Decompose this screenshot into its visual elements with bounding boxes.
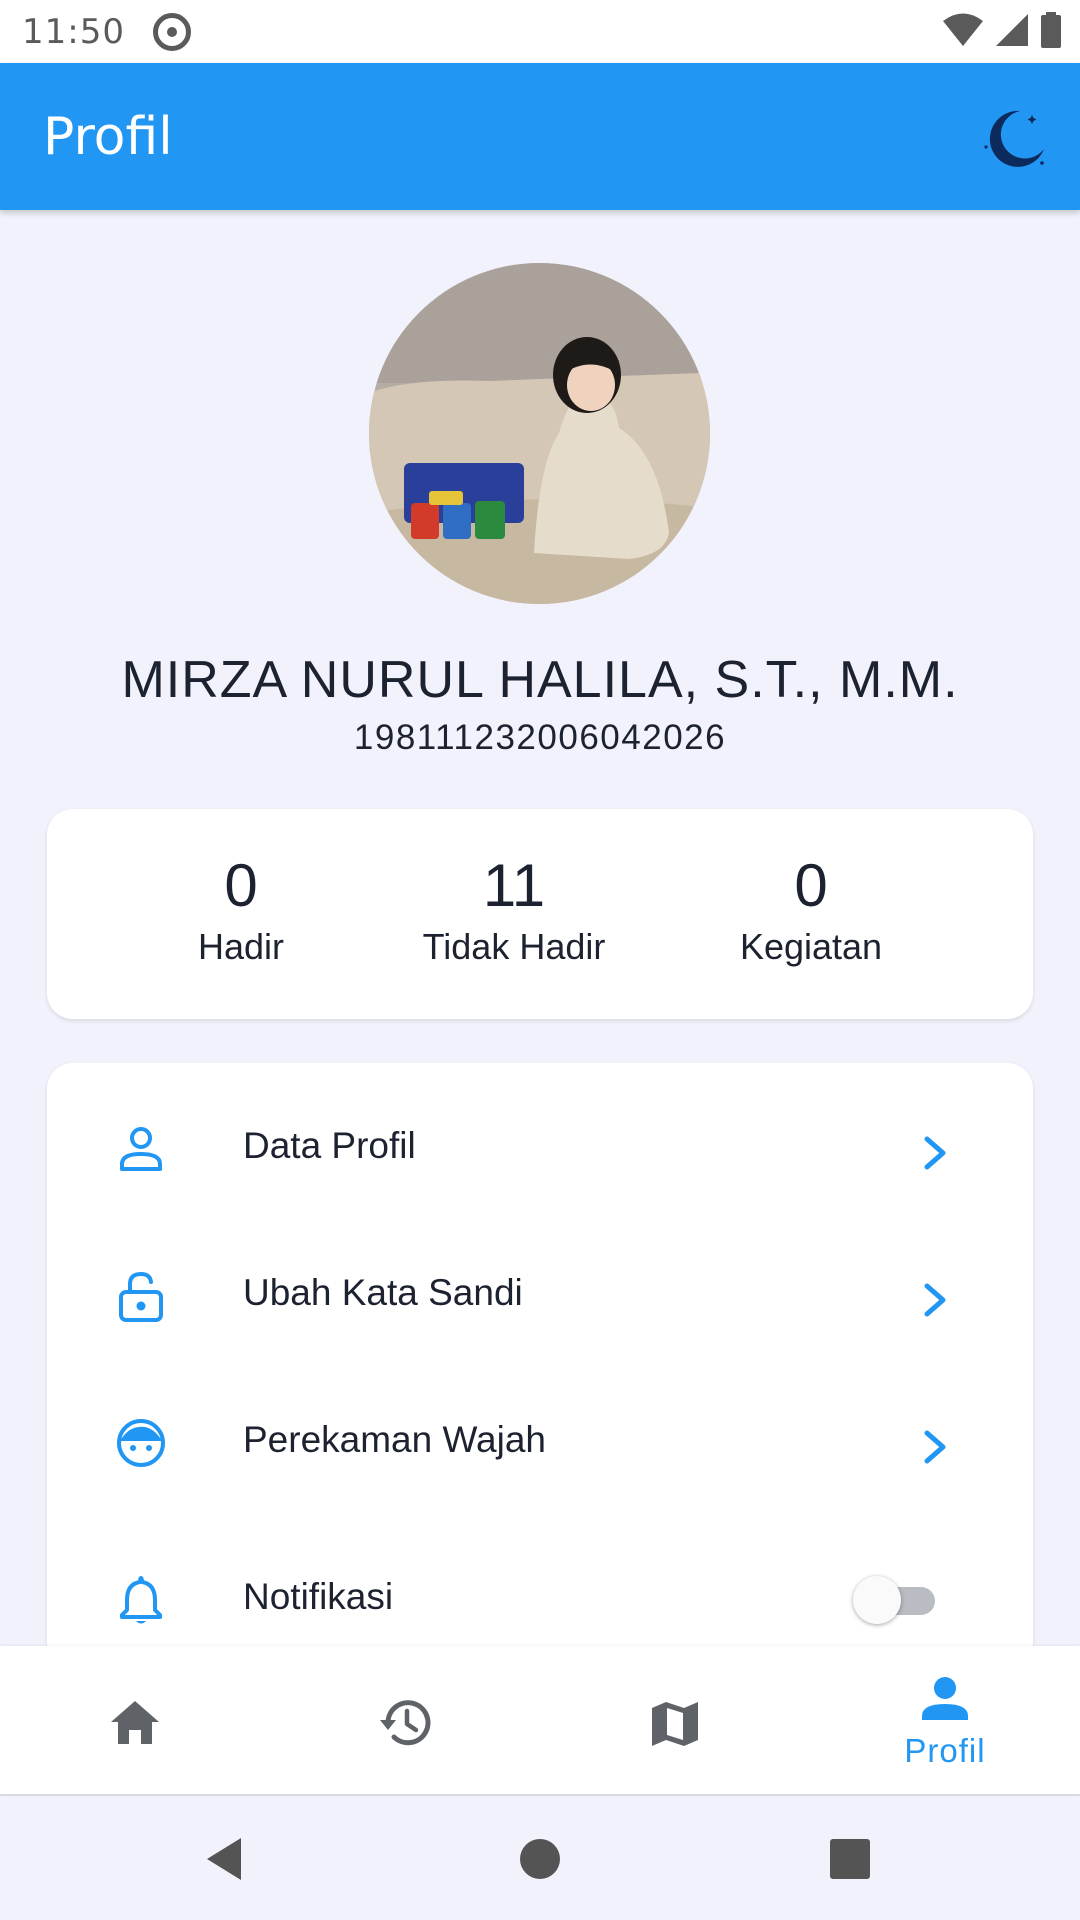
page-title: Profil: [43, 106, 173, 167]
bottom-navigation: Profil: [0, 1646, 1080, 1796]
menu-item-label: Data Profil: [243, 1125, 416, 1166]
stats-card: 0 Hadir 11 Tidak Hadir 0 Kegiatan: [47, 809, 1033, 1019]
stat-hadir: 0 Hadir: [101, 851, 381, 968]
face-icon: [117, 1419, 165, 1467]
stat-value: 0: [224, 852, 258, 919]
menu-item-perekaman-wajah[interactable]: Perekaman Wajah: [47, 1377, 1033, 1517]
menu-item-notifikasi: Notifikasi: [47, 1534, 1033, 1663]
person-icon: [120, 1127, 162, 1171]
at-sign-icon: [152, 12, 191, 51]
home-circle-icon[interactable]: [515, 1834, 565, 1884]
stat-value: 11: [482, 852, 546, 919]
stat-label: Kegiatan: [739, 926, 883, 967]
menu-item-label: Perekaman Wajah: [243, 1419, 546, 1460]
nav-history[interactable]: [270, 1646, 540, 1796]
menu-card: Data Profil Ubah Kata Sandi Perekaman Wa…: [47, 1063, 1033, 1663]
app-bar: Profil: [0, 63, 1080, 210]
lock-icon: [119, 1271, 163, 1322]
battery-icon: [1041, 12, 1061, 48]
chevron-right-icon: [924, 1430, 946, 1464]
history-icon: [380, 1700, 431, 1746]
menu-item-data-profil[interactable]: Data Profil: [47, 1083, 1033, 1223]
system-navigation: [0, 1798, 1080, 1920]
chevron-right-icon: [924, 1283, 946, 1317]
chevron-right-icon: [924, 1136, 946, 1170]
cellular-signal-icon: [996, 14, 1028, 46]
nav-map[interactable]: [540, 1646, 810, 1796]
stat-label: Hadir: [197, 926, 285, 967]
menu-item-label: Notifikasi: [243, 1576, 394, 1617]
map-icon: [652, 1702, 698, 1746]
notification-toggle[interactable]: [853, 1574, 943, 1626]
toggle-thumb: [853, 1576, 901, 1624]
avatar: [369, 263, 710, 604]
menu-item-ubah-kata-sandi[interactable]: Ubah Kata Sandi: [47, 1230, 1033, 1370]
moon-icon[interactable]: [980, 103, 1050, 173]
stat-value: 0: [794, 852, 828, 919]
profile-photo: [369, 263, 710, 604]
status-time: 11:50: [22, 11, 125, 52]
status-icons: [942, 12, 1062, 48]
status-bar: 11:50: [0, 0, 1080, 63]
nav-profil[interactable]: Profil: [810, 1646, 1080, 1796]
home-icon: [111, 1701, 159, 1744]
profile-nip: 198111232006042026: [353, 718, 727, 757]
wifi-icon: [943, 13, 983, 46]
stat-kegiatan: 0 Kegiatan: [671, 851, 951, 968]
stat-tidak-hadir: 11 Tidak Hadir: [374, 851, 654, 968]
bell-icon: [120, 1576, 162, 1624]
recents-icon[interactable]: [825, 1834, 875, 1884]
back-icon[interactable]: [201, 1834, 251, 1884]
person-icon: [922, 1677, 968, 1720]
menu-item-label: Ubah Kata Sandi: [243, 1272, 523, 1313]
nav-home[interactable]: [0, 1646, 270, 1796]
nav-label: Profil: [904, 1732, 986, 1769]
profile-name: MIRZA NURUL HALILA, S.T., M.M.: [121, 651, 959, 709]
stat-label: Tidak Hadir: [422, 926, 606, 967]
